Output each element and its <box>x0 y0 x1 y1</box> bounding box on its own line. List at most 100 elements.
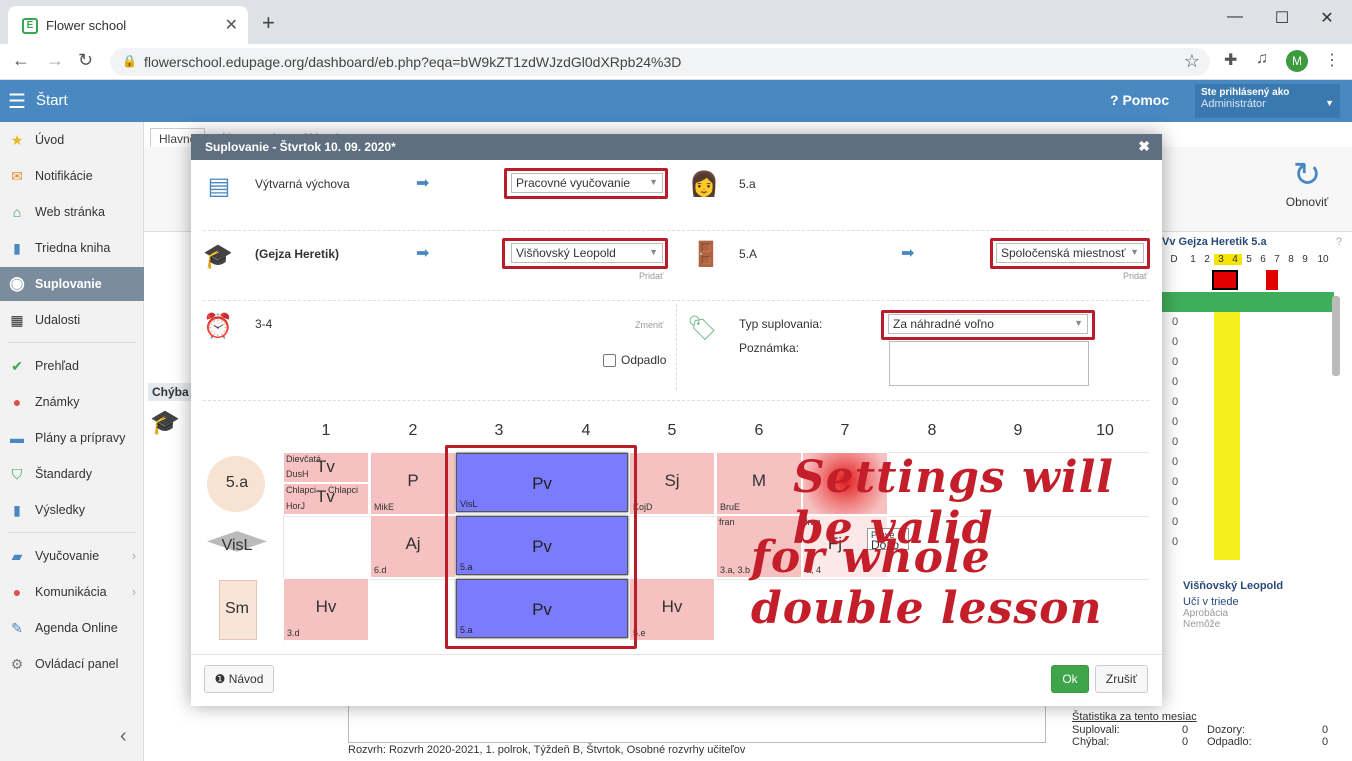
lesson-class: 3.d <box>287 628 300 638</box>
refresh-label: Obnoviť <box>1285 195 1329 209</box>
sidebar-item-label: Úvod <box>35 133 65 147</box>
info-icon: ❶ <box>214 672 229 686</box>
refresh-button[interactable]: ↻ Obnoviť <box>1282 155 1332 209</box>
odpadlo-checkbox[interactable] <box>603 354 616 367</box>
sidebar-item-suplovanie[interactable]: ◉ Suplovanie <box>0 267 144 301</box>
add-teacher-link[interactable]: Pridať <box>639 271 663 281</box>
start-link[interactable]: Štart <box>36 92 68 109</box>
shield-icon: ⛉ <box>11 466 23 482</box>
lesson-class: 6.d <box>374 565 387 575</box>
tab-title: Flower school <box>46 18 127 33</box>
url-text: flowerschool.edupage.org/dashboard/eb.ph… <box>144 54 682 70</box>
folder-icon: ▰ <box>11 548 23 564</box>
separator <box>676 304 677 390</box>
lesson-teacher: MikE <box>374 502 394 512</box>
sidebar-item-prehlad[interactable]: ✔ Prehľad <box>0 349 144 383</box>
collapse-sidebar-icon[interactable]: ‹ <box>120 725 127 748</box>
sidebar-item-label: Štandardy <box>35 467 92 481</box>
mini-row-value: 0 <box>1172 456 1179 468</box>
mini-row-value: 0 <box>1172 316 1179 328</box>
cancel-button[interactable]: Zrušiť <box>1095 665 1148 693</box>
sidebar-item-udalosti[interactable]: ▦ Udalosti <box>0 303 144 337</box>
graduation-cap-icon: 🎓 <box>150 409 180 436</box>
browser-menu-icon[interactable]: ⋮ <box>1324 50 1340 70</box>
mini-yellow-column <box>1214 312 1240 560</box>
highlight-box <box>881 310 1095 340</box>
mini-col-label: 10 <box>1317 254 1329 265</box>
lesson-cell[interactable]: Sj KojD <box>629 452 715 515</box>
lesson-cell[interactable]: M BruE <box>716 452 802 515</box>
period-number: 3 <box>494 422 504 439</box>
lesson-cell[interactable]: Dievčatá DusH Tv <box>283 452 369 483</box>
close-tab-icon[interactable]: ✕ <box>225 15 238 35</box>
sidebar-item-standardy[interactable]: ⛉ Štandardy <box>0 457 144 491</box>
sidebar-item-agenda[interactable]: ✎ Agenda Online <box>0 611 144 645</box>
url-bar[interactable]: 🔒 flowerschool.edupage.org/dashboard/eb.… <box>110 48 1210 76</box>
stats-label: Chýbal: <box>1072 736 1110 748</box>
stats-label: Suplovali: <box>1072 724 1120 736</box>
mini-col-label: 2 <box>1204 254 1210 265</box>
back-icon[interactable]: ← <box>12 50 30 71</box>
lesson-cell[interactable]: Hv 3.d <box>283 578 369 641</box>
mini-scrollbar[interactable] <box>1332 296 1340 376</box>
sidebar-item-label: Ovládací panel <box>35 657 119 671</box>
note-area <box>348 705 1046 743</box>
ok-button[interactable]: Ok <box>1051 665 1089 693</box>
lesson-cell[interactable]: Aj 6.d <box>370 515 456 578</box>
minimize-icon[interactable]: — <box>1220 8 1250 26</box>
stats-value: 0 <box>1322 724 1329 736</box>
profile-avatar[interactable]: M <box>1286 50 1308 72</box>
lesson-subject: Tv <box>316 487 335 506</box>
help-icon[interactable]: ? <box>1336 236 1342 248</box>
navod-button[interactable]: ❶ Návod <box>204 665 274 693</box>
sidebar-item-plany[interactable]: ▬ Plány a prípravy <box>0 421 144 455</box>
reload-icon[interactable]: ↻ <box>78 50 93 71</box>
sidebar-item-ovladaci-panel[interactable]: ⚙ Ovládací panel <box>0 647 144 681</box>
sidebar-item-web[interactable]: ⌂ Web stránka <box>0 195 144 229</box>
forward-icon[interactable]: → <box>46 50 64 71</box>
teacher-name: Višňovský Leopold <box>1183 580 1284 592</box>
browser-tab[interactable]: E Flower school ✕ <box>8 6 248 44</box>
poznamka-textarea[interactable] <box>889 341 1089 386</box>
star-icon: ★ <box>10 132 24 148</box>
sidebar-item-label: Triedna kniha <box>35 241 111 255</box>
mini-col-label: 7 <box>1274 254 1280 265</box>
add-room-link[interactable]: Pridať <box>1123 271 1147 281</box>
sidebar-item-label: Komunikácia <box>35 585 107 599</box>
login-dropdown[interactable]: Ste prihlásený ako Administrátor ▼ <box>1195 84 1340 118</box>
sidebar-item-label: Prehľad <box>35 359 79 373</box>
sidebar-item-notifikacie[interactable]: ✉ Notifikácie <box>0 159 144 193</box>
sidebar-item-vysledky[interactable]: ▮ Výsledky <box>0 493 144 527</box>
sidebar-item-komunikacia[interactable]: ● Komunikácia › <box>0 575 144 609</box>
teacher-info-line2: Aprobácia <box>1183 608 1229 619</box>
sidebar-item-vyucovanie[interactable]: ▰ Vyučovanie › <box>0 539 144 573</box>
change-periods-link[interactable]: Zmeniť <box>635 320 663 330</box>
mini-col-label: 8 <box>1288 254 1294 265</box>
close-window-icon[interactable]: ✕ <box>1312 8 1342 28</box>
arrow-right-icon: ➡ <box>901 245 915 262</box>
book-icon: ▮ <box>13 240 21 256</box>
sidebar-item-uvod[interactable]: ★ Úvod <box>0 123 144 157</box>
separator <box>203 300 1149 301</box>
new-tab-icon[interactable]: + <box>262 10 275 36</box>
hamburger-menu-icon[interactable]: ☰ <box>8 89 26 114</box>
extensions-icon[interactable]: ✚ <box>1224 50 1237 70</box>
lesson-cell[interactable]: Hv 5.e <box>629 578 715 641</box>
media-icon[interactable]: ♫ <box>1256 50 1268 68</box>
lesson-cell[interactable]: P MikE <box>370 452 456 515</box>
maximize-icon[interactable]: ☐ <box>1267 8 1297 28</box>
lesson-cell[interactable]: Chlapci Chlapci HorJ Tv <box>283 483 369 515</box>
teacher-info-line1: Učí v triede <box>1183 596 1239 608</box>
mini-red-cell <box>1266 270 1278 290</box>
pen-icon: ✎ <box>11 620 23 636</box>
stats-value: 0 <box>1182 736 1189 748</box>
sidebar-item-znamky[interactable]: ● Známky <box>0 385 144 419</box>
lesson-subject: Hv <box>315 597 337 616</box>
mini-row-value: 0 <box>1172 436 1179 448</box>
dialog-header: Suplovanie - Štvrtok 10. 09. 2020* ✖ <box>191 134 1162 160</box>
close-icon[interactable]: ✖ <box>1138 138 1150 155</box>
sidebar-item-triedna-kniha[interactable]: ▮ Triedna kniha <box>0 231 144 265</box>
help-link[interactable]: ? Pomoc <box>1110 92 1169 108</box>
period-number: 6 <box>754 422 764 439</box>
bookmark-star-icon[interactable]: ☆ <box>1184 51 1200 72</box>
